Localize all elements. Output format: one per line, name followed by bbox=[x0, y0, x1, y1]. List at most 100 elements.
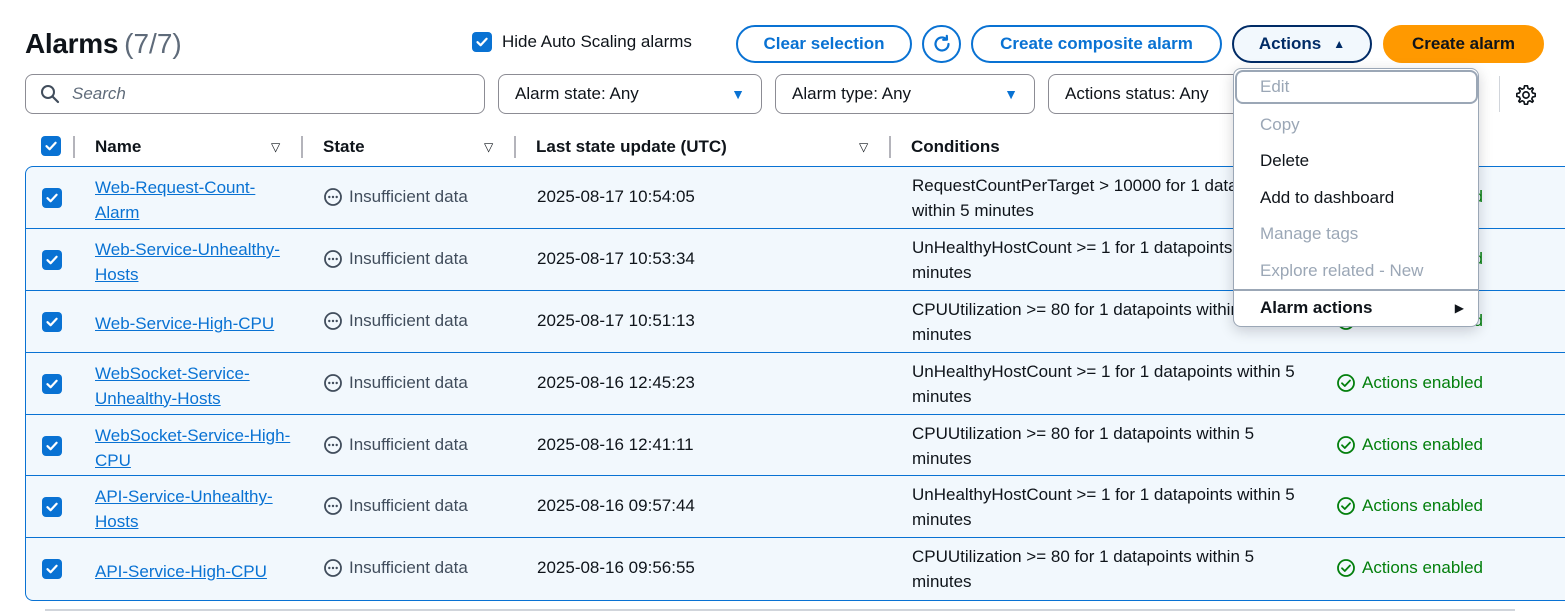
row-checkbox[interactable] bbox=[42, 188, 62, 208]
refresh-icon bbox=[933, 34, 950, 52]
column-header-state[interactable]: State ▽ bbox=[323, 133, 508, 161]
insufficient-data-icon bbox=[324, 188, 342, 206]
actions-status: Actions enabled bbox=[1336, 415, 1483, 475]
menu-item-explore-related-new: Explore related - New bbox=[1260, 261, 1424, 280]
column-header-last-update[interactable]: Last state update (UTC) ▽ bbox=[536, 133, 886, 161]
alarm-state: Insufficient data bbox=[323, 538, 468, 598]
alarm-state-filter[interactable]: Alarm state: Any ▼ bbox=[498, 74, 762, 114]
column-separator bbox=[73, 136, 75, 158]
row-checkbox[interactable] bbox=[42, 373, 62, 394]
table-bottom-border bbox=[45, 609, 1515, 611]
caret-down-icon: ▼ bbox=[731, 86, 745, 102]
menu-item-delete[interactable]: Delete bbox=[1260, 151, 1309, 171]
alarm-state: Insufficient data bbox=[323, 167, 468, 227]
last-update: 2025-08-16 09:57:44 bbox=[537, 496, 695, 516]
insufficient-data-icon bbox=[324, 435, 342, 454]
table-row[interactable]: WebSocket-Service-High-CPU Insufficient … bbox=[25, 413, 1565, 477]
insufficient-data-icon bbox=[324, 249, 342, 268]
search-input[interactable] bbox=[70, 83, 450, 105]
alarm-name-link[interactable]: API-Service-High-CPU bbox=[95, 546, 295, 596]
search-icon bbox=[41, 85, 60, 104]
alarm-name-link[interactable]: API-Service-Unhealthy-Hosts bbox=[95, 484, 295, 534]
insufficient-data-icon bbox=[324, 311, 342, 330]
last-update: 2025-08-16 12:41:11 bbox=[537, 434, 694, 454]
hide-autoscaling-toggle[interactable]: Hide Auto Scaling alarms bbox=[472, 32, 692, 52]
alarm-state-label: Insufficient data bbox=[349, 187, 468, 206]
alarm-state: Insufficient data bbox=[323, 229, 468, 289]
toolbar-divider bbox=[1499, 76, 1500, 112]
create-alarm-button[interactable]: Create alarm bbox=[1383, 25, 1544, 63]
row-checkbox[interactable] bbox=[42, 435, 62, 456]
actions-status-label: Actions enabled bbox=[1362, 372, 1483, 392]
hide-autoscaling-label: Hide Auto Scaling alarms bbox=[502, 32, 692, 51]
last-update: 2025-08-16 12:45:23 bbox=[537, 372, 695, 392]
column-header-name-label: Name bbox=[95, 137, 142, 156]
search-box[interactable] bbox=[25, 74, 485, 114]
page-title: Alarms bbox=[25, 28, 119, 59]
insufficient-data-icon bbox=[324, 497, 342, 516]
hide-autoscaling-checkbox[interactable] bbox=[472, 32, 492, 52]
table-row[interactable]: API-Service-High-CPU Insufficient data 2… bbox=[25, 537, 1565, 601]
table-row[interactable]: API-Service-Unhealthy-Hosts Insufficient… bbox=[25, 475, 1565, 539]
menu-divider bbox=[1234, 289, 1478, 291]
actions-label: Actions bbox=[1258, 34, 1322, 53]
check-icon bbox=[46, 441, 58, 450]
column-header-conditions-label: Conditions bbox=[911, 137, 1000, 156]
check-icon bbox=[46, 255, 58, 265]
check-icon bbox=[46, 565, 58, 574]
alarm-state-label: Insufficient data bbox=[349, 558, 468, 578]
row-checkbox[interactable] bbox=[42, 311, 62, 332]
column-separator bbox=[301, 136, 303, 158]
column-header-conditions[interactable]: Conditions bbox=[911, 133, 1211, 161]
alarm-state: Insufficient data bbox=[323, 291, 468, 351]
actions-menu: Alarm actions ▶ Edit Copy Delete Add to das… bbox=[1233, 68, 1479, 327]
submenu-arrow-icon: ▶ bbox=[1454, 301, 1464, 315]
caret-down-icon: ▼ bbox=[1004, 86, 1018, 102]
sort-icon[interactable]: ▽ bbox=[484, 140, 493, 154]
sort-icon[interactable]: ▽ bbox=[859, 140, 868, 154]
column-header-last-update-label: Last state update (UTC) bbox=[536, 137, 727, 156]
caret-up-icon: ▲ bbox=[1333, 37, 1346, 51]
create-composite-alarm-button[interactable]: Create composite alarm bbox=[971, 25, 1222, 63]
alarm-state-label: Insufficient data bbox=[349, 496, 468, 516]
alarm-name-link[interactable]: WebSocket-Service-Unhealthy-Hosts bbox=[95, 361, 295, 411]
alarm-state: Insufficient data bbox=[323, 353, 468, 413]
menu-item-add-to-dashboard[interactable]: Add to dashboard bbox=[1260, 188, 1394, 208]
actions-status: Actions enabled bbox=[1336, 538, 1483, 598]
row-checkbox[interactable] bbox=[42, 249, 62, 270]
alarm-name-link[interactable]: WebSocket-Service-High-CPU bbox=[95, 423, 295, 473]
alarm-state-label: Insufficient data bbox=[349, 310, 468, 330]
last-update: 2025-08-17 10:51:13 bbox=[537, 310, 695, 330]
column-separator bbox=[514, 136, 516, 158]
menu-item-manage-tags: Manage tags bbox=[1260, 224, 1359, 243]
alarm-state: Insufficient data bbox=[323, 415, 468, 475]
check-icon bbox=[46, 379, 58, 388]
clear-selection-button[interactable]: Clear selection bbox=[736, 25, 912, 63]
row-checkbox[interactable] bbox=[42, 497, 62, 518]
actions-dropdown-button[interactable]: Actions ▲ bbox=[1232, 25, 1372, 63]
actions-status-value: Actions status: Any bbox=[1065, 84, 1209, 103]
insufficient-data-icon bbox=[324, 373, 342, 392]
select-all-checkbox[interactable] bbox=[41, 136, 61, 156]
menu-item-edit: Edit bbox=[1260, 77, 1290, 96]
row-checkbox[interactable] bbox=[42, 559, 62, 580]
alarm-conditions: CPUUtilization >= 80 for 1 datapoints wi… bbox=[912, 547, 1255, 592]
sort-icon[interactable]: ▽ bbox=[271, 140, 280, 154]
table-row[interactable]: WebSocket-Service-Unhealthy-Hosts Insuff… bbox=[25, 351, 1565, 416]
check-icon bbox=[46, 503, 58, 512]
alarm-name-link[interactable]: Web-Service-High-CPU bbox=[95, 299, 295, 349]
success-check-icon bbox=[1337, 559, 1355, 578]
page-header: Alarms (7/7) bbox=[25, 26, 182, 62]
alarm-name-link[interactable]: Web-Service-Unhealthy-Hosts bbox=[95, 237, 295, 287]
settings-gear-icon[interactable] bbox=[1515, 84, 1537, 106]
alarm-type-filter[interactable]: Alarm type: Any ▼ bbox=[775, 74, 1035, 114]
refresh-button[interactable] bbox=[922, 25, 961, 63]
check-icon bbox=[476, 37, 488, 47]
column-header-state-label: State bbox=[323, 137, 365, 156]
menu-item-alarm-actions[interactable]: Alarm actions ▶ bbox=[1260, 298, 1464, 318]
column-header-name[interactable]: Name ▽ bbox=[95, 133, 295, 161]
success-check-icon bbox=[1337, 435, 1355, 454]
alarm-name-link[interactable]: Web-Request-Count-Alarm bbox=[95, 175, 295, 225]
alarm-state-label: Insufficient data bbox=[349, 434, 468, 454]
check-icon bbox=[46, 193, 58, 203]
